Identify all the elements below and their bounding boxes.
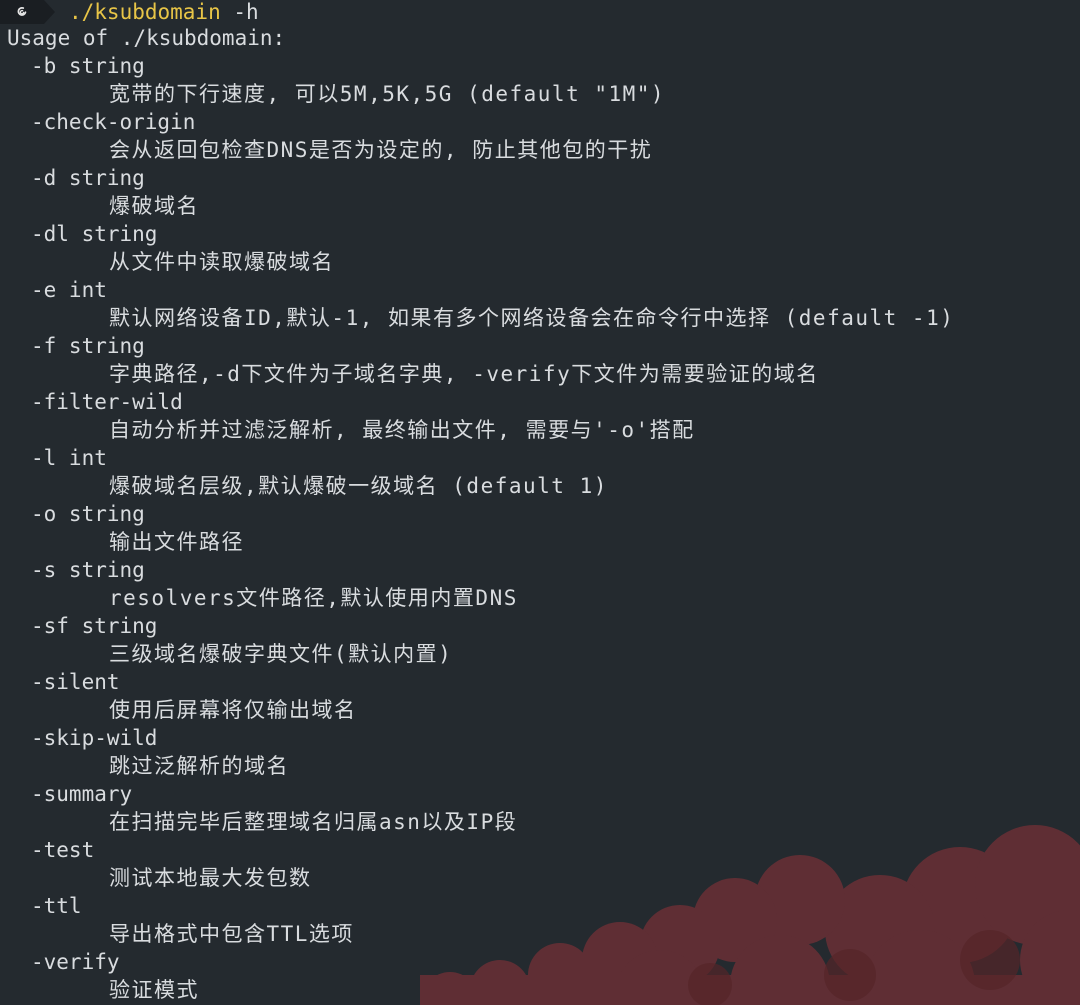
prompt-argument: -h: [220, 0, 259, 24]
option-description: 使用后屏幕将仅输出域名: [109, 698, 357, 722]
option-flag: -verify: [31, 950, 120, 974]
option-flag: -test: [31, 838, 95, 862]
option-flag: -silent: [31, 670, 120, 694]
option-flag: -b string: [31, 54, 145, 78]
option-description: 跳过泛解析的域名: [109, 754, 289, 778]
option-description: 宽带的下行速度, 可以5M,5K,5G (default "1M"): [109, 82, 666, 106]
option-description: 爆破域名层级,默认爆破一级域名 (default 1): [109, 474, 608, 498]
option-description: 三级域名爆破字典文件(默认内置): [109, 642, 453, 666]
option-description: 导出格式中包含TTL选项: [109, 922, 354, 946]
option-flag: -skip-wild: [31, 726, 158, 750]
option-description: 爆破域名: [109, 194, 199, 218]
option-description: 会从返回包检查DNS是否为设定的, 防止其他包的干扰: [109, 138, 653, 162]
option-flag: -summary: [31, 782, 133, 806]
option-description: resolvers文件路径,默认使用内置DNS: [109, 586, 518, 610]
prompt-separator-arrow: [44, 0, 55, 24]
option-flag: -check-origin: [31, 110, 196, 134]
option-flag: -f string: [31, 334, 145, 358]
option-description: 在扫描完毕后整理域名归属asn以及IP段: [109, 810, 518, 834]
option-description: 验证模式: [109, 978, 199, 1002]
option-flag: -filter-wild: [31, 390, 183, 414]
usage-line: Usage of ./ksubdomain:: [7, 26, 286, 50]
option-description: 默认网络设备ID,默认-1, 如果有多个网络设备会在命令行中选择 (defaul…: [109, 306, 955, 330]
prompt-command: ./ksubdomain: [69, 0, 221, 24]
option-flag: -s string: [31, 558, 145, 582]
option-flag: -d string: [31, 166, 145, 190]
terminal-output[interactable]: Usage of ./ksubdomain: -b string 宽带的下行速度,…: [7, 24, 1077, 1004]
option-flag: -dl string: [31, 222, 158, 246]
option-flag: -e int: [31, 278, 107, 302]
option-description: 从文件中读取爆破域名: [109, 250, 334, 274]
prompt-line: ./ksubdomain -h: [0, 0, 259, 24]
option-flag: -ttl: [31, 894, 82, 918]
option-flag: -o string: [31, 502, 145, 526]
option-flag: -sf string: [31, 614, 158, 638]
option-description: 字典路径,-d下文件为子域名字典, -verify下文件为需要验证的域名: [109, 362, 819, 386]
debian-swirl-icon: [0, 0, 44, 24]
option-description: 输出文件路径: [109, 530, 244, 554]
terminal-window[interactable]: ./ksubdomain -h Usage of ./ksubdomain: -…: [0, 0, 1080, 1005]
option-description: 测试本地最大发包数: [109, 866, 312, 890]
option-description: 自动分析并过滤泛解析, 最终输出文件, 需要与'-o'搭配: [109, 418, 695, 442]
option-flag: -l int: [31, 446, 107, 470]
